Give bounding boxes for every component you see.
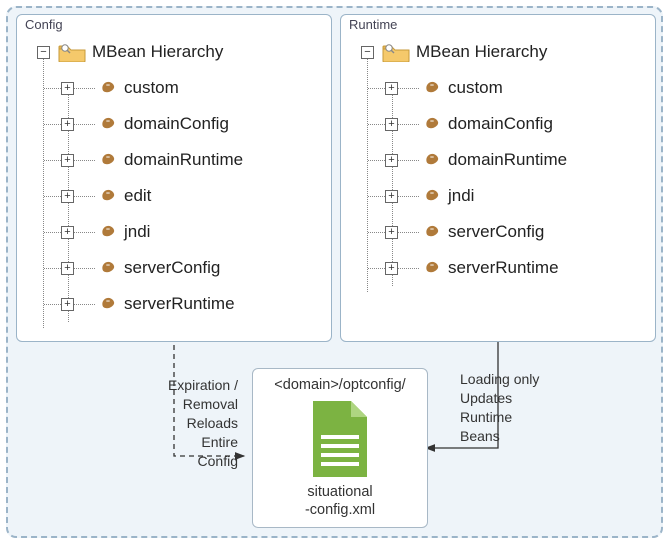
file-path-label: <domain>/optconfig/ [259,377,421,393]
bean-icon [426,153,440,167]
tree-node[interactable]: + jndi [385,178,647,214]
tree-node[interactable]: + custom [385,70,647,106]
expand-icon[interactable]: + [385,190,398,203]
tree-node[interactable]: + edit [61,178,323,214]
expand-icon[interactable]: + [61,262,74,275]
expand-icon[interactable]: + [61,298,74,311]
bean-icon [426,261,440,275]
right-arrow-caption: Loading only Updates Runtime Beans [460,370,580,446]
folder-icon [58,42,86,62]
bean-icon [102,297,116,311]
tree-node[interactable]: + jndi [61,214,323,250]
tree-node-label: jndi [448,186,474,206]
expand-icon[interactable]: + [61,226,74,239]
expand-icon[interactable]: + [385,118,398,131]
bean-icon [102,261,116,275]
tree-children: + custom + domainConfig + [355,70,647,286]
tree-node[interactable]: + serverRuntime [61,286,323,322]
tree-node[interactable]: + domainRuntime [385,142,647,178]
left-arrow-caption: Expiration / Removal Reloads Entire Conf… [138,376,238,470]
runtime-panel: Runtime − MBean Hierarchy [340,14,656,342]
collapse-icon[interactable]: − [361,46,374,59]
tree-root-label: MBean Hierarchy [92,42,223,62]
tree-node[interactable]: + domainRuntime [61,142,323,178]
bean-icon [426,189,440,203]
tree-node-label: domainConfig [448,114,553,134]
tree-root-label: MBean Hierarchy [416,42,547,62]
expand-icon[interactable]: + [61,118,74,131]
tree-node-label: domainRuntime [448,150,567,170]
tree-node[interactable]: + domainConfig [61,106,323,142]
folder-icon [382,42,410,62]
tree-node-label: serverConfig [448,222,544,242]
tree-node[interactable]: + serverConfig [61,250,323,286]
tree-node-label: custom [124,78,179,98]
expand-icon[interactable]: + [385,82,398,95]
config-panel-title: Config [25,17,323,32]
expand-icon[interactable]: + [61,190,74,203]
tree-node[interactable]: + custom [61,70,323,106]
config-file-box: <domain>/optconfig/ situational -config.… [252,368,428,528]
document-icon [309,399,371,479]
bean-icon [426,81,440,95]
tree-node-label: serverRuntime [448,258,559,278]
tree-node[interactable]: + serverRuntime [385,250,647,286]
tree-node-label: serverConfig [124,258,220,278]
tree-node-label: jndi [124,222,150,242]
diagram-container: Config − MBean Hierarchy [6,6,663,538]
tree-node-label: domainRuntime [124,150,243,170]
tree-node-label: serverRuntime [124,294,235,314]
tree-node[interactable]: + domainConfig [385,106,647,142]
expand-icon[interactable]: + [61,154,74,167]
bean-icon [102,189,116,203]
bean-icon [426,117,440,131]
collapse-icon[interactable]: − [37,46,50,59]
expand-icon[interactable]: + [385,226,398,239]
bean-icon [426,225,440,239]
bean-icon [102,117,116,131]
tree-node-label: custom [448,78,503,98]
tree-root[interactable]: − MBean Hierarchy [355,34,647,70]
runtime-tree: − MBean Hierarchy + [349,34,647,286]
file-name: situational -config.xml [259,483,421,519]
expand-icon[interactable]: + [385,262,398,275]
runtime-panel-title: Runtime [349,17,647,32]
tree-children: + custom + domainConfig + [31,70,323,322]
config-panel: Config − MBean Hierarchy [16,14,332,342]
bean-icon [102,81,116,95]
bean-icon [102,225,116,239]
expand-icon[interactable]: + [385,154,398,167]
expand-icon[interactable]: + [61,82,74,95]
config-tree: − MBean Hierarchy + [25,34,323,322]
tree-node-label: edit [124,186,151,206]
tree-node[interactable]: + serverConfig [385,214,647,250]
tree-node-label: domainConfig [124,114,229,134]
bean-icon [102,153,116,167]
tree-root[interactable]: − MBean Hierarchy [31,34,323,70]
